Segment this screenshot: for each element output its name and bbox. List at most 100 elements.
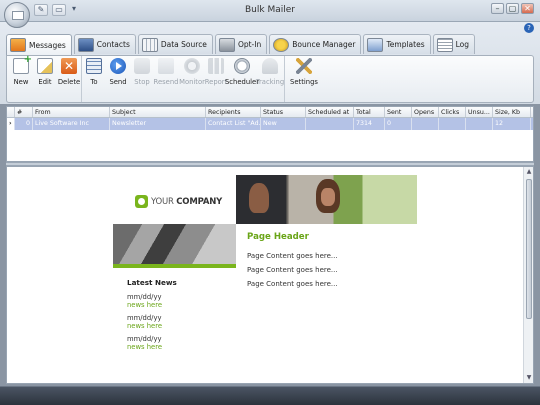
log-icon	[436, 37, 453, 52]
preview-scrollbar[interactable]: ▲ ▼	[523, 167, 533, 383]
cell-scheduled	[306, 118, 354, 130]
row-indicator-header	[7, 107, 15, 117]
delete-icon: ✕	[61, 58, 77, 74]
tracking-button[interactable]: Tracking	[256, 56, 284, 102]
messages-grid: # From Subject Recipients Status Schedul…	[6, 106, 534, 162]
status-bar	[0, 386, 540, 405]
monitor-icon	[184, 58, 200, 74]
column-header[interactable]: Status	[261, 107, 306, 117]
scheduler-button[interactable]: Scheduler	[224, 56, 260, 102]
button-label: Edit	[38, 78, 52, 86]
cell-size: 12	[493, 118, 531, 130]
ribbon-tabs: Messages Contacts Data Source Opt-In Bou…	[6, 34, 476, 55]
content-line: Page Content goes here...	[247, 280, 338, 288]
tab-bounce-manager[interactable]: Bounce Manager	[269, 34, 362, 54]
tab-messages[interactable]: Messages	[6, 34, 72, 55]
tab-label: Templates	[386, 40, 425, 49]
window-title: Bulk Mailer	[245, 5, 295, 15]
column-header[interactable]: Unsu...	[466, 107, 493, 117]
photo-person-left	[249, 183, 269, 213]
templates-icon	[367, 37, 384, 52]
ribbon: ? Messages Contacts Data Source Opt-In B…	[0, 22, 540, 104]
column-header[interactable]: Recipients	[206, 107, 261, 117]
bounce-manager-icon	[273, 37, 290, 52]
tracking-icon	[262, 58, 278, 74]
toolbar-group-tools: Monitor Report Scheduler Tracking	[179, 56, 285, 102]
accent-divider	[113, 264, 236, 268]
button-label: Scheduler	[224, 78, 260, 86]
news-link[interactable]: news here	[127, 343, 162, 351]
news-link[interactable]: news here	[127, 301, 162, 309]
column-header[interactable]: Scheduled at	[306, 107, 354, 117]
latest-news-heading: Latest News	[127, 278, 177, 287]
photo-person-right	[316, 179, 340, 213]
news-date: mm/dd/yy	[127, 314, 162, 322]
button-label: Delete	[57, 78, 81, 86]
news-link[interactable]: news here	[127, 322, 162, 330]
tab-label: Bounce Manager	[292, 40, 356, 49]
recipients-list-icon	[86, 58, 102, 74]
column-header[interactable]: Total	[354, 107, 385, 117]
edit-button[interactable]: Edit	[33, 56, 57, 102]
tools-icon	[296, 58, 312, 74]
to-button[interactable]: To	[82, 56, 106, 102]
column-header[interactable]: Subject	[110, 107, 206, 117]
button-label: To	[90, 78, 98, 86]
cell-recipients: Contact List "Ad...	[206, 118, 261, 130]
new-message-icon	[13, 54, 32, 74]
tab-label: Data Source	[160, 40, 207, 49]
opt-in-icon	[218, 37, 235, 52]
monitor-button[interactable]: Monitor	[179, 56, 205, 102]
table-row[interactable]: › 0 Live Software Inc Newsletter Contact…	[7, 118, 533, 130]
column-header[interactable]: #	[15, 107, 33, 117]
help-icon[interactable]: ?	[524, 23, 534, 33]
content-line: Page Content goes here...	[247, 266, 338, 274]
content-line: Page Content goes here...	[247, 252, 338, 260]
scroll-up-icon[interactable]: ▲	[526, 169, 532, 175]
new-button[interactable]: New	[9, 54, 33, 102]
restore-icon[interactable]: ▢	[506, 3, 519, 14]
tab-data-source[interactable]: Data Source	[137, 34, 213, 54]
tab-templates[interactable]: Templates	[363, 34, 431, 54]
toolbar-group-send: To Send Stop Resend	[82, 56, 178, 102]
news-item: mm/dd/yy news here	[127, 335, 162, 351]
news-item: mm/dd/yy news here	[127, 293, 162, 309]
brand-your: YOUR	[151, 197, 174, 207]
scroll-down-icon[interactable]: ▼	[526, 375, 532, 381]
cell-unsub	[466, 118, 493, 130]
send-button[interactable]: Send	[106, 56, 130, 102]
page-header: Page Header	[247, 232, 309, 242]
company-logo-icon	[135, 195, 148, 208]
close-icon[interactable]: ✕	[521, 3, 534, 14]
header-photo	[236, 175, 417, 224]
settings-button[interactable]: Settings	[290, 56, 318, 102]
resend-button[interactable]: Resend	[154, 56, 178, 102]
cell-status: New	[261, 118, 306, 130]
tab-label: Opt-In	[237, 40, 262, 49]
scroll-thumb[interactable]	[526, 179, 532, 319]
tab-log[interactable]: Log	[432, 34, 476, 54]
data-source-icon	[141, 37, 158, 52]
column-header[interactable]: From	[33, 107, 110, 117]
cell-total: 7314	[354, 118, 385, 130]
stop-button[interactable]: Stop	[130, 56, 154, 102]
button-label: Monitor	[179, 78, 205, 86]
brand-company: COMPANY	[176, 197, 223, 207]
column-header[interactable]: Clicks	[439, 107, 466, 117]
envelope-icon	[12, 11, 24, 20]
grid-header: # From Subject Recipients Status Schedul…	[7, 107, 533, 118]
minimize-icon[interactable]: –	[491, 3, 504, 14]
news-date: mm/dd/yy	[127, 293, 162, 301]
clock-icon	[234, 58, 250, 74]
tab-contacts[interactable]: Contacts	[73, 34, 136, 54]
stop-icon	[134, 58, 150, 74]
button-label: Stop	[134, 78, 150, 86]
column-header[interactable]: Sent	[385, 107, 412, 117]
delete-button[interactable]: ✕ Delete	[57, 56, 81, 102]
column-header[interactable]: Size, Kb	[493, 107, 531, 117]
button-label: Send	[109, 78, 127, 86]
tab-opt-in[interactable]: Opt-In	[214, 34, 268, 54]
cell-from: Live Software Inc	[33, 118, 110, 130]
app-menu-button[interactable]	[4, 2, 30, 28]
column-header[interactable]: Opens	[412, 107, 439, 117]
